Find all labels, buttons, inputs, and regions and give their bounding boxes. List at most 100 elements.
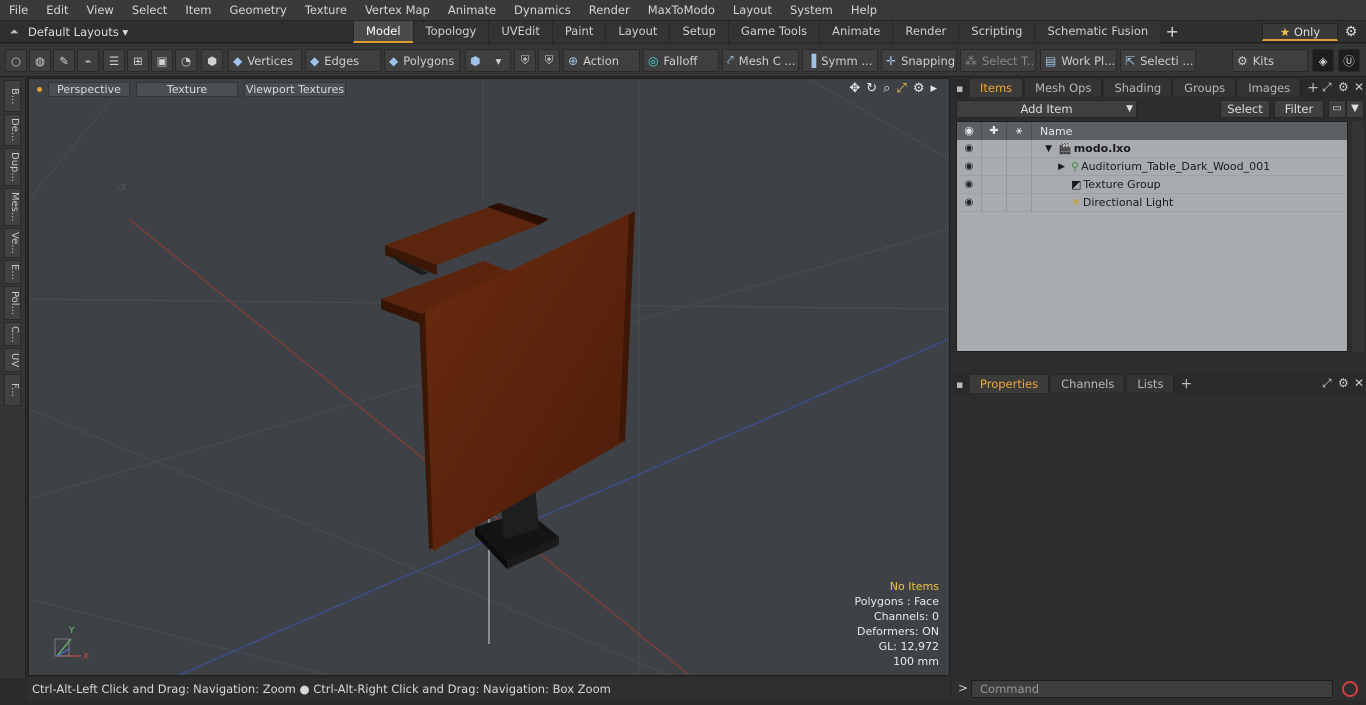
expand-triangle-icon[interactable]: ▼	[1032, 144, 1052, 154]
layout-selector[interactable]: Default Layouts ▾	[28, 25, 328, 39]
shading-texture-button[interactable]: Texture	[136, 81, 238, 97]
filter-button[interactable]: Filter	[1274, 100, 1324, 118]
tab-animate[interactable]: Animate	[819, 20, 893, 43]
menu-edit[interactable]: Edit	[37, 0, 77, 21]
tab-render[interactable]: Render	[892, 20, 959, 43]
tab-uvedit[interactable]: UVEdit	[488, 20, 552, 43]
3d-viewport[interactable]: -X Y X Perspective Texture Viewport Text…	[28, 78, 950, 676]
eye-icon[interactable]: ◉	[957, 139, 982, 158]
zoom-icon[interactable]: ⌕	[883, 81, 890, 96]
panel-gear-icon[interactable]: ⚙	[1338, 80, 1349, 94]
tab-items[interactable]: Items	[970, 79, 1024, 97]
tab-model[interactable]: Model	[353, 20, 413, 43]
lock-header-icon[interactable]: ✚	[982, 122, 1007, 140]
strip-tab-duplicate[interactable]: Dup...	[4, 148, 21, 186]
eye-icon[interactable]: ◉	[957, 157, 982, 176]
strip-tab-uv[interactable]: UV	[4, 348, 21, 372]
add-tab-plus-icon[interactable]: +	[1160, 21, 1184, 43]
menu-animate[interactable]: Animate	[439, 0, 505, 21]
type-header-icon[interactable]: ⚹	[1007, 122, 1032, 140]
tab-mesh-ops[interactable]: Mesh Ops	[1025, 79, 1103, 97]
strip-tab-polygon[interactable]: Pol...	[4, 286, 21, 320]
symmetry-button[interactable]: ▐ Symm ...	[802, 49, 878, 72]
select-button[interactable]: Select	[1220, 100, 1270, 118]
box-select-icon[interactable]: ▣	[151, 49, 173, 72]
name-column-header[interactable]: Name	[1032, 125, 1072, 138]
menu-item[interactable]: Item	[176, 0, 220, 21]
layout-home-icon[interactable]: ⏶	[0, 25, 28, 39]
tree-row[interactable]: ◉ ☀ Directional Light	[957, 193, 1347, 212]
menu-maxtomodo[interactable]: MaxToModo	[639, 0, 724, 21]
unity-icon[interactable]: ◈	[1312, 49, 1334, 72]
view-perspective-button[interactable]: Perspective	[48, 81, 130, 97]
tab-game-tools[interactable]: Game Tools	[727, 20, 820, 43]
pen-icon[interactable]: ✎	[53, 49, 75, 72]
eye-icon[interactable]: ◉	[957, 193, 982, 212]
panel-gear-icon[interactable]: ⚙	[1338, 376, 1349, 390]
strip-tab-edge[interactable]: E...	[4, 260, 21, 284]
layers-icon[interactable]: ☰	[103, 49, 125, 72]
menu-view[interactable]: View	[78, 0, 123, 21]
item-mode-icon[interactable]: ⬢	[201, 49, 223, 72]
kits-button[interactable]: ⚙ Kits	[1232, 49, 1308, 72]
panel-menu-icon[interactable]: ▪	[956, 378, 968, 391]
play-arrow-icon[interactable]: ▸	[930, 81, 937, 96]
tab-lists[interactable]: Lists	[1127, 375, 1175, 393]
tab-shading[interactable]: Shading	[1104, 79, 1173, 97]
strip-tab-fusion[interactable]: F...	[4, 374, 21, 406]
tab-channels[interactable]: Channels	[1051, 375, 1126, 393]
strip-tab-basic[interactable]: B...	[4, 80, 21, 112]
menu-dynamics[interactable]: Dynamics	[505, 0, 580, 21]
tab-paint[interactable]: Paint	[551, 20, 606, 43]
brush-icon[interactable]: ⌁	[77, 49, 99, 72]
gear-icon[interactable]: ⚙	[1342, 23, 1360, 41]
select-through-button[interactable]: ⁂ Select T...	[960, 49, 1036, 72]
panel-expand-icon[interactable]: ⤢	[1322, 376, 1332, 391]
strip-tab-vertex[interactable]: Ve...	[4, 228, 21, 258]
work-plane-button[interactable]: ▤ Work Pl...	[1040, 49, 1117, 72]
menu-layout[interactable]: Layout	[724, 0, 781, 21]
tree-scrollbar[interactable]	[1352, 121, 1364, 352]
visibility-header-eye-icon[interactable]: ◉	[957, 122, 982, 140]
strip-tab-mesh-edit[interactable]: Mes...	[4, 188, 21, 226]
tab-topology[interactable]: Topology	[412, 20, 489, 43]
polygons-button[interactable]: ◆ Polygons	[384, 49, 460, 72]
mesh-constraint-button[interactable]: ⤤ Mesh C ...	[722, 49, 799, 72]
rotate-icon[interactable]: ↻	[866, 81, 877, 96]
menu-system[interactable]: System	[781, 0, 842, 21]
tab-layout[interactable]: Layout	[605, 20, 670, 43]
strip-tab-curve[interactable]: C...	[4, 322, 21, 346]
tree-row[interactable]: ◉ ◩ Texture Group	[957, 175, 1347, 194]
edges-button[interactable]: ◆ Edges	[305, 49, 381, 72]
symmetry-shield-icon[interactable]: ⛨	[514, 49, 536, 72]
action-button[interactable]: ⊕ Action	[563, 49, 640, 72]
viewport-menu-dot-icon[interactable]	[37, 86, 42, 92]
record-macro-icon[interactable]	[1342, 681, 1358, 697]
panel-expand-icon[interactable]: ⤢	[1322, 80, 1332, 95]
add-panel-tab-plus-icon[interactable]: +	[1307, 80, 1319, 96]
panel-menu-icon[interactable]: ▪	[956, 82, 968, 95]
vertices-button[interactable]: ◆ Vertices	[228, 49, 302, 72]
funnel-icon[interactable]: ▼	[1346, 100, 1364, 118]
collapse-icon[interactable]: ▭	[1328, 100, 1346, 118]
menu-file[interactable]: File	[0, 0, 37, 21]
add-item-button[interactable]: Add Item ▼	[956, 100, 1137, 118]
unreal-icon[interactable]: Ⓤ	[1338, 49, 1360, 72]
only-button[interactable]: ★ Only	[1262, 23, 1338, 41]
timer-icon[interactable]: ◔	[175, 49, 197, 72]
menu-geometry[interactable]: Geometry	[221, 0, 296, 21]
tab-groups[interactable]: Groups	[1174, 79, 1237, 97]
globe-icon[interactable]: ◍	[29, 49, 51, 72]
menu-vertex-map[interactable]: Vertex Map	[356, 0, 439, 21]
maximize-icon[interactable]: ⤢	[896, 81, 906, 96]
falloff-button[interactable]: ◎ Falloff	[643, 49, 719, 72]
tab-schematic-fusion[interactable]: Schematic Fusion	[1034, 20, 1161, 43]
selection-sets-button[interactable]: ⇱ Selecti ...	[1120, 49, 1196, 72]
expand-triangle-icon[interactable]: ▶	[1032, 162, 1065, 172]
viewport-textures-button[interactable]: Viewport Textures	[244, 81, 346, 97]
material-dropdown[interactable]: ⬢ ▾	[465, 49, 511, 72]
menu-render[interactable]: Render	[580, 0, 639, 21]
eye-icon[interactable]: ◉	[957, 175, 982, 194]
panel-close-icon[interactable]: ✕	[1354, 80, 1364, 94]
tree-row[interactable]: ◉ ▼ 🎬 modo.lxo	[957, 139, 1347, 158]
